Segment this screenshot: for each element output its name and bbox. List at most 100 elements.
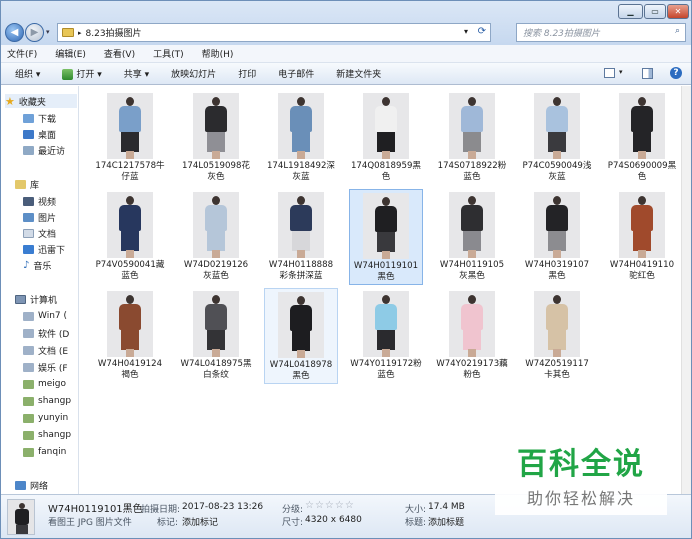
preview-pane-icon[interactable] [642, 68, 653, 79]
image-thumbnail [363, 193, 409, 259]
file-item[interactable]: 174C1217578牛仔蓝 [93, 90, 167, 186]
nav-pictures-label: 图片 [38, 213, 57, 224]
title-bar: ▁ ▭ ✕ ◀ ▶ ▾ ▸ 8.23拍摄图片 ▾ ⟳ 搜索 8.23拍摄图片 ⌕ [1, 1, 691, 45]
nav-drive-fanqin[interactable]: fanqin [23, 445, 66, 459]
nav-drive-e[interactable]: 文档 (E [23, 343, 68, 357]
nav-favorites-label: 收藏夹 [18, 97, 46, 108]
nav-pictures[interactable]: 图片 [23, 210, 56, 224]
open-button[interactable]: 打开 ▾ [62, 67, 102, 80]
nav-drive-shangp2[interactable]: shangp [23, 428, 71, 442]
image-thumbnail [193, 93, 239, 159]
file-name: W74H0119101黑色 [353, 261, 419, 282]
view-dropdown-icon[interactable]: ▾ [619, 68, 623, 76]
nav-drive-e-label: 文档 (E [38, 346, 69, 357]
file-item[interactable]: W74H0119105灰黑色 [435, 189, 509, 285]
back-button[interactable]: ◀ [5, 23, 24, 42]
file-item[interactable]: P74C0590049浅灰蓝 [520, 90, 594, 186]
nav-documents[interactable]: 文档 [23, 226, 56, 240]
recent-pages-dropdown[interactable]: ▾ [46, 28, 50, 36]
nav-drive-c[interactable]: Win7 ( [23, 309, 67, 323]
file-item[interactable]: W74D0219126灰蓝色 [179, 189, 253, 285]
organize-button[interactable]: 组织 ▾ [15, 67, 40, 80]
nav-drive-shangp1[interactable]: shangp [23, 394, 71, 408]
nav-favorites[interactable]: ★ 收藏夹 [5, 94, 77, 108]
file-name: W74H0119105灰黑色 [439, 260, 505, 281]
menu-help[interactable]: 帮助(H) [202, 47, 234, 60]
slideshow-button[interactable]: 放映幻灯片 [171, 67, 216, 80]
email-button[interactable]: 电子邮件 [278, 67, 314, 80]
vertical-scrollbar[interactable] [681, 86, 691, 494]
file-item[interactable]: W74L0418978黑色 [264, 288, 338, 384]
file-item[interactable]: W74H0419110驼红色 [605, 189, 679, 285]
address-path[interactable]: 8.23拍摄图片 [86, 26, 142, 39]
address-dropdown-icon[interactable]: ▾ [464, 27, 468, 36]
image-thumbnail [278, 93, 324, 159]
new-folder-button[interactable]: 新建文件夹 [336, 67, 381, 80]
menu-edit[interactable]: 编辑(E) [55, 47, 86, 60]
menu-tools[interactable]: 工具(T) [153, 47, 184, 60]
nav-network[interactable]: 网络 [15, 478, 48, 492]
breadcrumb-chevron-icon[interactable]: ▸ [78, 29, 82, 37]
file-item[interactable]: 174L1918492深灰蓝 [264, 90, 338, 186]
file-item[interactable]: W74H0319107黑色 [520, 189, 594, 285]
view-options-icon[interactable] [604, 68, 615, 78]
nav-library[interactable]: 库 [15, 177, 39, 191]
image-thumbnail [193, 291, 239, 357]
print-button[interactable]: 打印 [238, 67, 256, 80]
nav-computer[interactable]: 计算机 [15, 292, 57, 306]
file-item[interactable]: P74S0690009黑色 [605, 90, 679, 186]
nav-desktop[interactable]: 桌面 [23, 127, 56, 141]
file-name: P74V0590041藏蓝色 [95, 260, 165, 281]
file-item[interactable]: W74Y0119172粉蓝色 [349, 288, 423, 384]
rating-label: 分级: [282, 505, 304, 515]
nav-music[interactable]: ♪ 音乐 [23, 258, 51, 272]
file-item[interactable]: 174S0718922粉蓝色 [435, 90, 509, 186]
file-item[interactable]: W74Z0519117卡其色 [520, 288, 594, 384]
help-icon[interactable]: ? [670, 67, 682, 79]
nav-drive-meigo[interactable]: meigo [23, 377, 66, 391]
address-bar[interactable]: ▸ 8.23拍摄图片 ▾ ⟳ [57, 23, 491, 42]
file-item[interactable]: W74L0418975黑白条纹 [179, 288, 253, 384]
share-button[interactable]: 共享 ▾ [124, 67, 149, 80]
forward-button[interactable]: ▶ [25, 23, 44, 42]
file-name: W74H0419124褐色 [97, 359, 163, 380]
minimize-button[interactable]: ▁ [618, 4, 643, 19]
file-item[interactable]: 174L0519098花灰色 [179, 90, 253, 186]
nav-drive-f[interactable]: 娱乐 (F [23, 360, 68, 374]
back-arrow-icon: ◀ [10, 27, 19, 38]
menu-view[interactable]: 查看(V) [104, 47, 135, 60]
date-value[interactable]: 2017-08-23 13:26 [182, 502, 263, 512]
network-drive-icon [23, 430, 34, 440]
nav-downloads[interactable]: 下载 [23, 111, 56, 125]
image-thumbnail [107, 192, 153, 258]
file-item[interactable]: W74H0118888彩条拼深蓝 [264, 189, 338, 285]
nav-xunlei[interactable]: 迅雷下 [23, 242, 65, 256]
image-thumbnail [193, 192, 239, 258]
title-value[interactable]: 添加标题 [428, 515, 464, 528]
tag-value[interactable]: 添加标记 [182, 515, 218, 528]
recent-places-icon [23, 145, 34, 155]
refresh-icon[interactable]: ⟳ [478, 26, 486, 37]
selected-file-thumbnail [7, 499, 35, 535]
menu-file[interactable]: 文件(F) [7, 47, 37, 60]
file-name: W74Z0519117卡其色 [525, 359, 589, 380]
rating-stars[interactable]: ☆☆☆☆☆ [305, 500, 355, 511]
maximize-button[interactable]: ▭ [644, 4, 666, 19]
image-thumbnail [107, 291, 153, 357]
search-icon[interactable]: ⌕ [675, 26, 680, 36]
file-item[interactable]: W74H0119101黑色 [349, 189, 423, 285]
nav-desktop-label: 桌面 [38, 130, 57, 141]
search-input[interactable]: 搜索 8.23拍摄图片 ⌕ [516, 23, 686, 42]
file-item[interactable]: W74Y0219173藕粉色 [435, 288, 509, 384]
nav-recent[interactable]: 最近访 [23, 143, 65, 157]
close-button[interactable]: ✕ [667, 4, 689, 19]
file-item[interactable]: 174Q0818959黑色 [349, 90, 423, 186]
drive-icon [23, 345, 34, 355]
date-label: 拍摄日期: [141, 505, 181, 515]
file-item[interactable]: P74V0590041藏蓝色 [93, 189, 167, 285]
file-name: 174L1918492深灰蓝 [266, 161, 336, 182]
nav-drive-d[interactable]: 软件 (D [23, 326, 69, 340]
nav-drive-yunyin[interactable]: yunyin [23, 411, 68, 425]
nav-videos[interactable]: 视频 [23, 194, 56, 208]
file-item[interactable]: W74H0419124褐色 [93, 288, 167, 384]
